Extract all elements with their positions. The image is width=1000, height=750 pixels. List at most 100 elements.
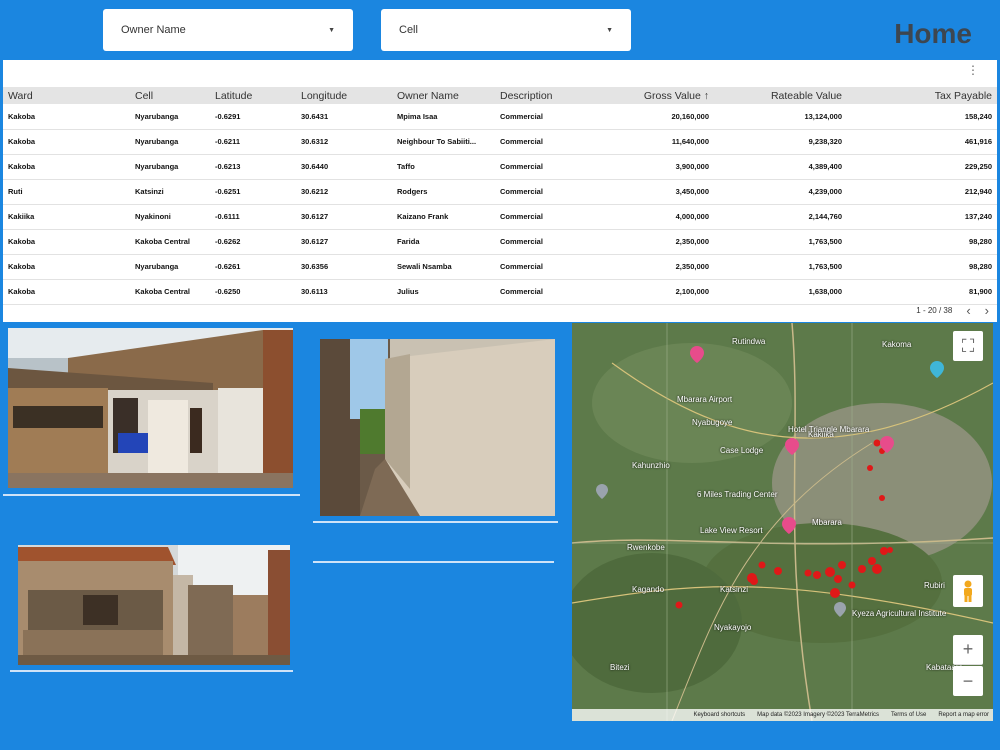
column-header[interactable]: Owner Name — [392, 87, 495, 104]
table-row[interactable]: Kakoba Nyarubanga -0.6213 30.6440 Taffo Comme… — [3, 154, 997, 180]
column-header[interactable]: Tax Payable — [847, 87, 997, 104]
property-photo[interactable] — [320, 339, 555, 516]
map-marker[interactable] — [675, 601, 683, 609]
table-cell: 30.6356 — [296, 254, 392, 280]
map-markers — [596, 346, 944, 617]
map-marker[interactable] — [830, 588, 840, 598]
column-header[interactable]: Latitude — [210, 87, 296, 104]
table-cell: Kakoba — [3, 154, 130, 180]
table-row[interactable]: Kakoba Nyarubanga -0.6291 30.6431 Mpima Isaa… — [3, 104, 997, 130]
cell-select[interactable]: Cell ▼ — [381, 9, 631, 51]
map-marker[interactable] — [879, 495, 885, 501]
map-marker[interactable] — [867, 465, 873, 471]
table-cell: 3,900,000 — [588, 154, 714, 180]
table-cell: 30.6212 — [296, 179, 392, 205]
table-cell: Commercial — [495, 179, 588, 205]
table-cell: 30.6113 — [296, 279, 392, 305]
column-header[interactable]: Description — [495, 87, 588, 104]
resort-pin-icon[interactable] — [782, 516, 796, 534]
table-cell: Kakiika — [3, 204, 130, 230]
table-cell: -0.6213 — [210, 154, 296, 180]
map-marker[interactable] — [804, 569, 812, 577]
column-header-gross-value[interactable]: Gross Value ↑ — [588, 87, 714, 104]
table-row[interactable]: Kakoba Kakoba Central -0.6250 30.6113 Julius… — [3, 279, 997, 305]
table-cell: Kaizano Frank — [392, 204, 495, 230]
divider — [313, 561, 554, 563]
chevron-left-icon[interactable]: ‹ — [966, 303, 970, 318]
table-cell: Nyarubanga — [130, 104, 210, 130]
table-cell: Rodgers — [392, 179, 495, 205]
fullscreen-icon[interactable]: ⛶ — [953, 331, 983, 361]
table-cell: Katsinzi — [130, 179, 210, 205]
church-pin-icon[interactable] — [596, 484, 608, 499]
table-cell: 98,280 — [847, 254, 997, 280]
table-cell: 30.6127 — [296, 229, 392, 255]
more-options-icon[interactable]: ⋮ — [967, 63, 979, 77]
table-cell: 229,250 — [847, 154, 997, 180]
table-cell: Nyarubanga — [130, 129, 210, 155]
owner-name-select-label: Owner Name — [121, 24, 186, 36]
place-pin-icon[interactable] — [930, 361, 944, 378]
page-title: Home — [894, 18, 972, 49]
map-marker[interactable] — [758, 561, 766, 569]
chevron-down-icon: ▼ — [328, 26, 335, 34]
table-cell: Commercial — [495, 254, 588, 280]
table-row[interactable]: Ruti Katsinzi -0.6251 30.6212 Rodgers Commerc… — [3, 179, 997, 205]
map-marker[interactable] — [750, 577, 758, 585]
owner-name-select[interactable]: Owner Name ▼ — [103, 9, 353, 51]
table-row[interactable]: Kakoba Kakoba Central -0.6262 30.6127 Farida… — [3, 229, 997, 255]
hotel-pin-icon[interactable] — [785, 438, 799, 455]
keyboard-shortcuts-link[interactable]: Keyboard shortcuts — [693, 712, 745, 718]
terms-of-use-link[interactable]: Terms of Use — [891, 712, 926, 718]
column-header[interactable]: Cell — [130, 87, 210, 104]
table-cell: Commercial — [495, 279, 588, 305]
table-cell: Commercial — [495, 229, 588, 255]
column-header[interactable]: Rateable Value — [714, 87, 847, 104]
building-photo-image — [8, 328, 293, 488]
zoom-in-icon[interactable]: + — [953, 635, 983, 665]
table-cell: 4,239,000 — [714, 179, 847, 205]
table-cell: 13,124,000 — [714, 104, 847, 130]
table-cell: Neighbour To Sabiiti... — [392, 129, 495, 155]
table-row[interactable]: Kakoba Nyarubanga -0.6261 30.6356 Sewali Nsa… — [3, 254, 997, 280]
table-cell: -0.6261 — [210, 254, 296, 280]
pagination: 1 - 20 / 38 ‹ › — [916, 303, 989, 318]
map-marker[interactable] — [872, 564, 882, 574]
table-cell: 20,160,000 — [588, 104, 714, 130]
map-marker[interactable] — [825, 567, 835, 577]
column-header-label: Gross Value — [643, 89, 701, 102]
map-marker[interactable] — [868, 557, 876, 565]
property-map[interactable]: Rutindwa Kakoma Mbarara Airport Kakiika … — [572, 323, 993, 721]
pagination-range: 1 - 20 / 38 — [916, 306, 953, 315]
map-marker[interactable] — [813, 571, 821, 579]
map-marker[interactable] — [834, 575, 842, 583]
map-marker[interactable] — [880, 547, 888, 555]
table-cell: Kakoba — [3, 104, 130, 130]
table-cell: 4,389,400 — [714, 154, 847, 180]
table-cell: -0.6262 — [210, 229, 296, 255]
lodge-pin-icon[interactable] — [690, 346, 704, 363]
chevron-right-icon[interactable]: › — [985, 303, 989, 318]
map-marker[interactable] — [848, 581, 856, 589]
table-cell: 30.6440 — [296, 154, 392, 180]
table-header-row: Ward Cell Latitude Longitude Owner Name … — [3, 87, 997, 104]
map-marker[interactable] — [774, 567, 782, 575]
report-map-error-link[interactable]: Report a map error — [938, 712, 989, 718]
column-header[interactable]: Longitude — [296, 87, 392, 104]
pegman-icon[interactable] — [953, 575, 983, 607]
table-cell: 2,144,760 — [714, 204, 847, 230]
table-cell: Nyarubanga — [130, 154, 210, 180]
table-cell: Kakoba — [3, 229, 130, 255]
map-marker[interactable] — [887, 547, 893, 553]
map-marker[interactable] — [873, 439, 881, 447]
table-row[interactable]: Kakiika Nyakinoni -0.6111 30.6127 Kaizano Fr… — [3, 204, 997, 230]
table-row[interactable]: Kakoba Nyarubanga -0.6211 30.6312 Neighbour … — [3, 129, 997, 155]
property-photo[interactable] — [18, 545, 290, 665]
map-marker[interactable] — [858, 565, 866, 573]
column-header[interactable]: Ward — [3, 87, 130, 104]
table-cell: Kakoba — [3, 254, 130, 280]
property-photo[interactable] — [8, 328, 293, 488]
zoom-out-icon[interactable]: − — [953, 666, 983, 696]
map-marker[interactable] — [838, 561, 846, 569]
institute-pin-icon[interactable] — [834, 602, 846, 617]
